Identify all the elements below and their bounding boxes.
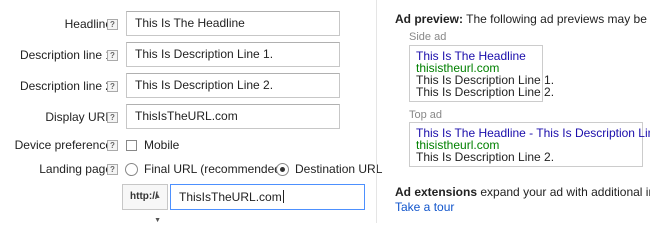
description-line-2-label: Description line 2 bbox=[19, 79, 112, 93]
ad-extensions-description: expand your ad with additional informati bbox=[480, 185, 650, 199]
destination-url-radio[interactable] bbox=[276, 163, 289, 176]
top-ad-line-2: This Is Description Line 2. bbox=[416, 150, 555, 164]
mobile-checkbox[interactable] bbox=[126, 140, 137, 151]
chevron-down-icon: ▲ ▼ bbox=[154, 193, 161, 224]
ad-preview-description: The following ad previews may be formatt… bbox=[466, 12, 650, 26]
mobile-checkbox-label[interactable]: Mobile bbox=[144, 138, 179, 152]
display-url-label: Display URL bbox=[45, 110, 112, 124]
help-icon[interactable]: ? bbox=[107, 81, 118, 92]
side-ad-preview: This Is The Headline thisistheurl.com Th… bbox=[409, 45, 555, 102]
description-line-1-label: Description line 1 bbox=[19, 48, 112, 62]
ad-extensions-text: Ad extensions expand your ad with additi… bbox=[395, 185, 650, 199]
side-ad-line-2: This Is Description Line 2. bbox=[416, 85, 555, 99]
panel-divider bbox=[376, 0, 377, 223]
destination-url-value: ThisIsTheURL.com bbox=[179, 190, 282, 204]
ad-preview-title: Ad preview: bbox=[395, 12, 464, 26]
top-ad-preview: This Is The Headline - This Is Descripti… bbox=[409, 122, 650, 167]
help-icon[interactable]: ? bbox=[107, 50, 118, 61]
destination-url-radio-label[interactable]: Destination URL bbox=[295, 162, 382, 176]
text-cursor bbox=[282, 190, 284, 203]
top-ad-label: Top ad bbox=[409, 109, 443, 121]
ad-extensions-title: Ad extensions bbox=[395, 185, 478, 199]
destination-url-input[interactable]: ThisIsTheURL.com bbox=[170, 184, 365, 210]
side-ad-label: Side ad bbox=[409, 31, 447, 43]
help-icon[interactable]: ? bbox=[107, 140, 118, 151]
help-icon[interactable]: ? bbox=[107, 19, 118, 30]
protocol-select[interactable]: http:// ▲ ▼ bbox=[122, 184, 168, 224]
device-preference-label: Device preference bbox=[14, 138, 112, 152]
ad-preview-panel: Ad preview: The following ad previews ma… bbox=[395, 0, 650, 223]
ad-text-form: Headline ? This Is The Headline Descript… bbox=[0, 0, 382, 224]
landing-page-label: Landing page bbox=[39, 162, 112, 176]
headline-label: Headline bbox=[64, 17, 112, 31]
description-line-2-input[interactable]: This Is Description Line 2. bbox=[126, 73, 340, 98]
help-icon[interactable]: ? bbox=[107, 164, 118, 175]
display-url-input[interactable]: ThisIsTheURL.com bbox=[126, 104, 340, 129]
headline-input[interactable]: This Is The Headline bbox=[126, 11, 340, 36]
help-icon[interactable]: ? bbox=[107, 112, 118, 123]
take-a-tour-link[interactable]: Take a tour bbox=[395, 200, 454, 214]
final-url-radio[interactable] bbox=[125, 163, 138, 176]
description-line-1-input[interactable]: This Is Description Line 1. bbox=[126, 42, 340, 67]
ad-preview-heading: Ad preview: The following ad previews ma… bbox=[395, 12, 650, 26]
final-url-radio-label[interactable]: Final URL (recommended) bbox=[144, 162, 285, 176]
